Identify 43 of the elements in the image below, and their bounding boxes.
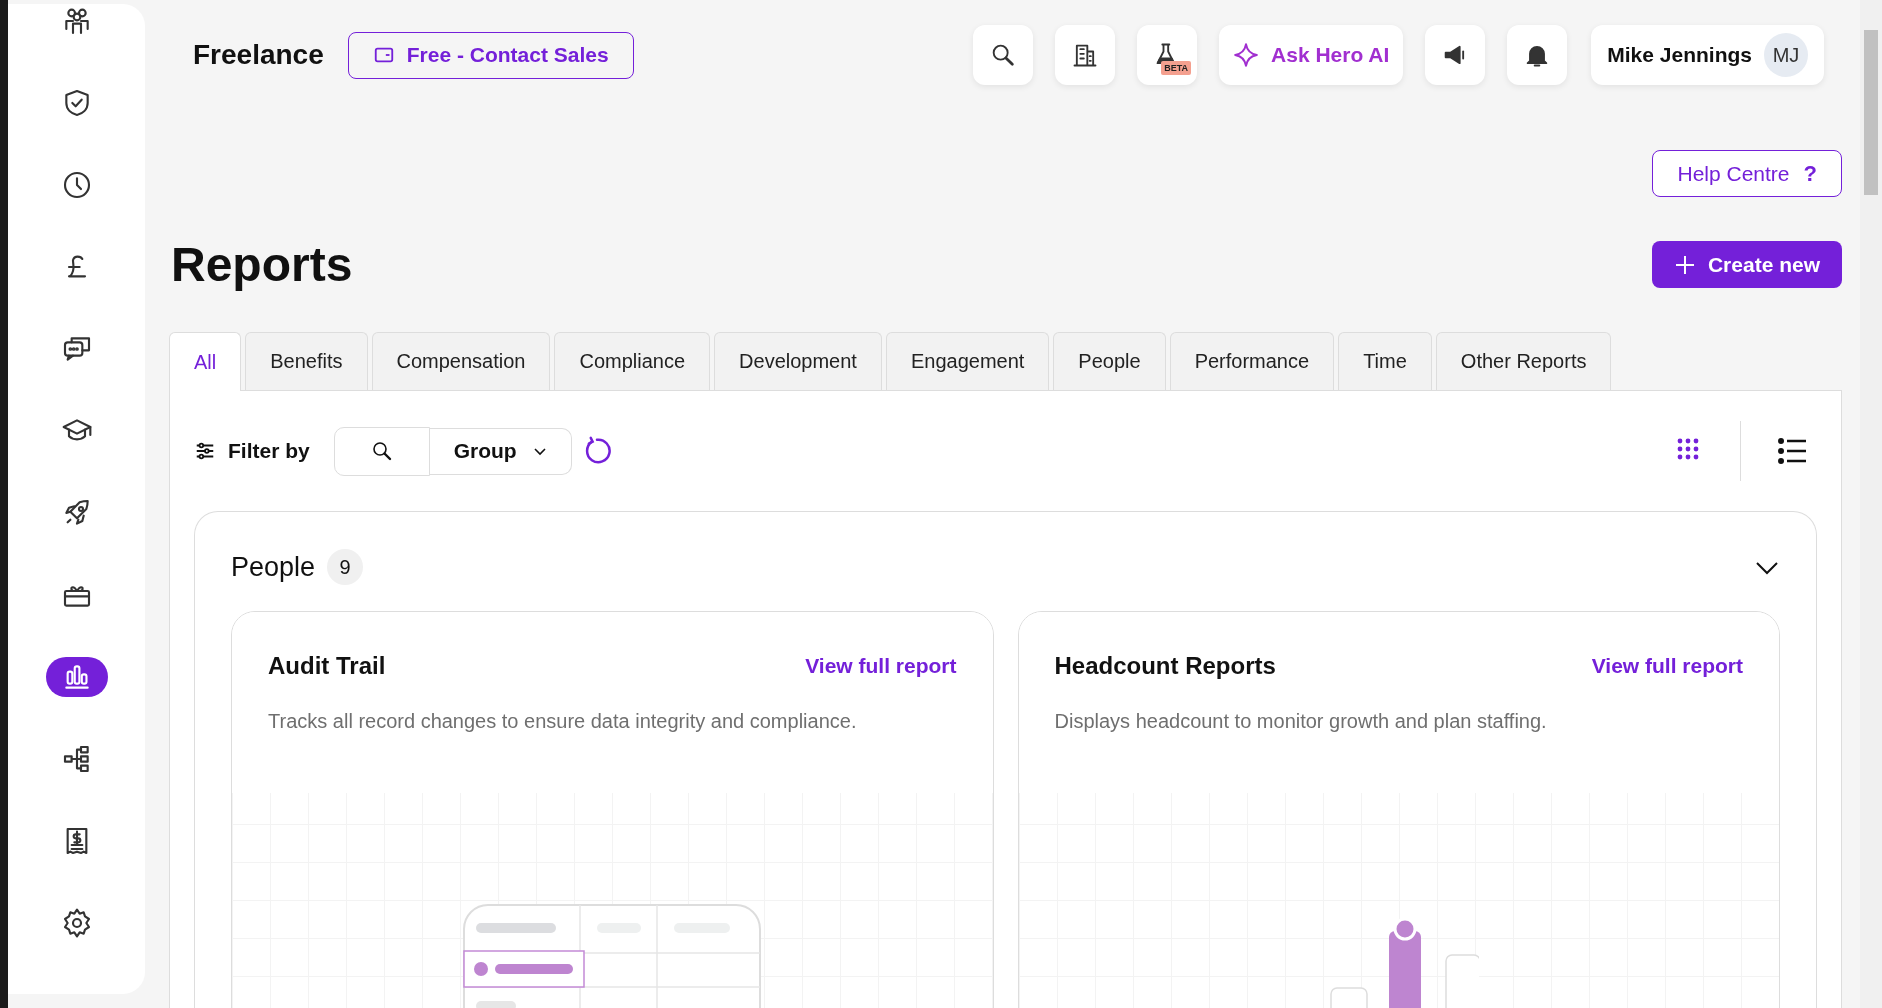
tab[interactable]: Other Reports	[1435, 332, 1612, 390]
beta-badge: BETA	[1161, 61, 1192, 75]
search-button[interactable]	[973, 25, 1034, 85]
plan-button[interactable]: Free - Contact Sales	[347, 31, 634, 79]
tab[interactable]: Engagement	[885, 332, 1050, 390]
scrollbar-thumb[interactable]	[1864, 30, 1878, 195]
count-badge: 9	[327, 549, 364, 585]
tab[interactable]: Performance	[1169, 332, 1335, 390]
tab[interactable]: Benefits	[245, 332, 368, 390]
sidebar-item[interactable]	[45, 657, 108, 697]
company-name: Freelance	[193, 39, 324, 71]
user-menu[interactable]: Mike Jennings MJ	[1591, 25, 1824, 85]
tab[interactable]: Time	[1338, 332, 1432, 390]
filter-icon	[194, 440, 216, 462]
labs-button[interactable]: BETA	[1137, 25, 1198, 85]
card-description: Tracks all record changes to ensure data integrity and compliance.	[268, 710, 858, 733]
question-mark-icon: ?	[1803, 160, 1817, 187]
bell-button[interactable]	[1507, 25, 1568, 85]
card-description: Displays headcount to monitor growth and plan staffing.	[1054, 710, 1548, 733]
help-centre-button[interactable]: Help Centre ?	[1652, 150, 1842, 197]
tab[interactable]: Compensation	[371, 332, 551, 390]
tab[interactable]: Development	[714, 332, 882, 390]
group-title: People	[231, 551, 316, 583]
create-new-button[interactable]: Create new	[1651, 241, 1842, 288]
view-report-link[interactable]: View full report	[805, 654, 957, 678]
tab[interactable]: All	[169, 332, 242, 391]
sparkle-icon	[1233, 42, 1260, 68]
search-field[interactable]	[333, 426, 430, 476]
card-title: Audit Trail	[268, 652, 386, 680]
group-dropdown[interactable]: Group	[429, 427, 572, 475]
chart-point	[1393, 917, 1417, 941]
list-icon	[1777, 437, 1807, 465]
tab[interactable]: Compliance	[554, 332, 711, 390]
filter-label: Filter by	[228, 439, 310, 463]
avatar: MJ	[1764, 33, 1808, 77]
ask-ai-button[interactable]: Ask Hero AI	[1219, 25, 1404, 85]
building-button[interactable]	[1055, 25, 1116, 85]
plus-icon	[1673, 253, 1696, 276]
view-report-link[interactable]: View full report	[1591, 654, 1743, 678]
tab[interactable]: People	[1053, 332, 1166, 390]
page-title: Reports	[171, 237, 353, 292]
megaphone-button[interactable]	[1425, 25, 1486, 85]
card-title: Headcount Reports	[1054, 652, 1276, 680]
